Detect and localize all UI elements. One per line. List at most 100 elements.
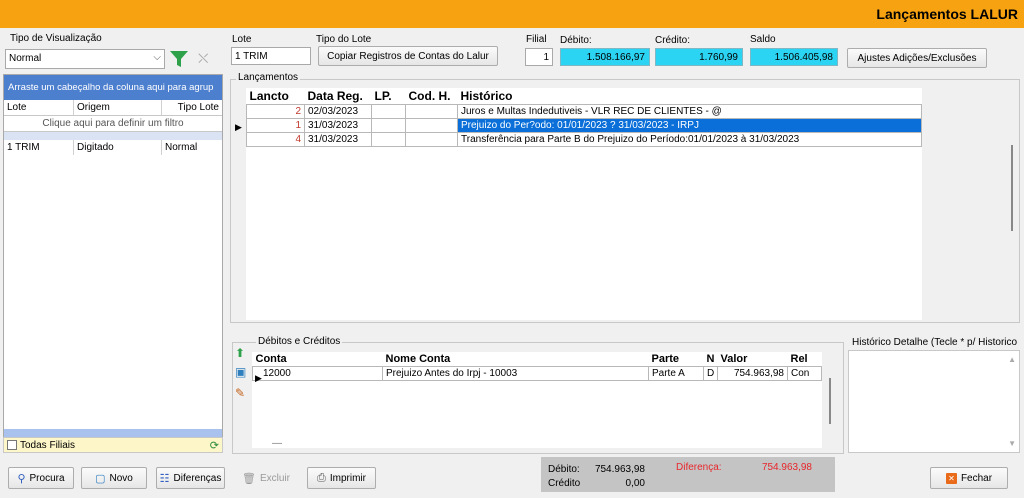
lote-field[interactable]: 1 TRIM	[231, 47, 311, 65]
col-lote[interactable]: Lote	[4, 100, 74, 115]
col-origem[interactable]: Origem	[74, 100, 162, 115]
filial-label: Filial	[526, 34, 547, 45]
scrollbar[interactable]	[1011, 145, 1013, 231]
novo-button[interactable]: ▢ Novo	[81, 467, 147, 489]
chevron-down-icon: ⌵	[153, 52, 161, 63]
debcred-legend: Débitos e Créditos	[256, 336, 343, 347]
table-row[interactable]: 4 31/03/2023 Transferência para Parte B …	[246, 132, 922, 147]
debcred-header: Conta Nome Conta Parte N Valor Rel	[253, 352, 822, 367]
scrollbar[interactable]	[829, 378, 831, 424]
row-lote: 1 TRIM	[4, 140, 74, 155]
col-data-reg[interactable]: Data Reg.	[305, 88, 372, 105]
excluir-button[interactable]: 🗑 Excluir	[233, 467, 299, 489]
table-row-selected[interactable]: 1 31/03/2023 Prejuizo do Per?odo: 01/01/…	[246, 118, 922, 133]
novo-label: Novo	[109, 472, 133, 484]
row-tipo: Normal	[165, 142, 198, 153]
ajustes-button[interactable]: Ajustes Adições/Exclusões	[847, 48, 987, 68]
scroll-up-icon[interactable]: ▲	[1008, 355, 1016, 364]
copy-records-button[interactable]: Copiar Registros de Contas do Lalur	[318, 46, 498, 66]
row-pointer-icon: ▶	[235, 122, 242, 132]
row-lp	[371, 118, 406, 133]
totals-credito-label: Crédito	[548, 478, 581, 489]
close-icon: ✕	[945, 472, 957, 484]
delete-row-icon[interactable]: ✎	[235, 386, 245, 400]
col-tipo-lote[interactable]: Tipo Lote	[162, 100, 222, 115]
row-data: 31/03/2023	[304, 132, 372, 147]
group-by-hint: Arraste um cabeçalho da coluna aqui para…	[4, 75, 222, 100]
clear-filter-icon[interactable]: ⛌	[198, 50, 208, 67]
row-cod	[405, 132, 458, 147]
excluir-label: Excluir	[259, 472, 290, 484]
lancamentos-legend: Lançamentos	[236, 72, 301, 83]
col-nome-conta[interactable]: Nome Conta	[383, 352, 649, 367]
col-lancto[interactable]: Lancto	[247, 88, 305, 105]
col-valor[interactable]: Valor	[718, 352, 788, 367]
totals-diferenca-value: 754.963,98	[761, 462, 812, 473]
totals-diferenca-label: Diferença:	[676, 462, 722, 473]
historico-detalhe-textarea[interactable]: ▲ ▼	[848, 350, 1020, 453]
grid-separator	[4, 132, 222, 140]
credito-label: Crédito:	[655, 35, 691, 46]
col-lp[interactable]: LP.	[372, 88, 406, 105]
col-historico[interactable]: Histórico	[458, 88, 922, 105]
fechar-button[interactable]: ✕ Fechar	[930, 467, 1008, 489]
trash-icon: 🗑	[242, 472, 256, 485]
edit-row-icon[interactable]: ▣	[235, 365, 246, 379]
row-historico: Prejuizo do Per?odo: 01/01/2023 ? 31/03/…	[457, 118, 922, 133]
imprimir-button[interactable]: ⎙ Imprimir	[307, 467, 376, 489]
row-valor: 754.963,98	[717, 366, 788, 381]
col-rel[interactable]: Rel	[788, 352, 822, 367]
col-cod-h[interactable]: Cod. H.	[406, 88, 458, 105]
row-n: D	[703, 366, 718, 381]
filter-icon[interactable]	[169, 49, 189, 69]
totals-credito-value: 0,00	[625, 478, 645, 489]
view-type-value: Normal	[9, 53, 42, 64]
credito-field: 1.760,99	[655, 48, 743, 66]
view-type-select[interactable]: Normal ⌵	[5, 49, 165, 69]
saldo-label: Saldo	[750, 34, 776, 45]
row-conta: 12000	[252, 366, 383, 381]
printer-icon: ⎙	[317, 471, 326, 484]
scroll-down-icon[interactable]: ▼	[1008, 439, 1016, 448]
row-rel: Con	[787, 366, 822, 381]
filter-row[interactable]: Clique aqui para definir um filtro	[4, 116, 222, 132]
row-historico: Transferência para Parte B do Prejuizo d…	[457, 132, 922, 147]
title-bar: Lançamentos LALUR	[0, 0, 1024, 28]
row-origem: Digitado	[74, 140, 162, 155]
table-row[interactable]: 1 TRIM Digitado Normal	[4, 140, 222, 155]
saldo-field: 1.506.405,98	[750, 48, 838, 66]
row-nome: Prejuizo Antes do Irpj - 10003	[382, 366, 649, 381]
col-n[interactable]: N	[704, 352, 718, 367]
row-data: 02/03/2023	[304, 104, 372, 119]
row-lancto: 1	[246, 118, 305, 133]
refresh-icon[interactable]: ⟳	[210, 439, 219, 452]
fechar-label: Fechar	[960, 472, 993, 484]
col-parte[interactable]: Parte	[649, 352, 704, 367]
all-branches-label: Todas Filiais	[20, 439, 76, 451]
lote-label: Lote	[232, 34, 252, 45]
row-lp	[371, 104, 406, 119]
table-row[interactable]: 12000 Prejuizo Antes do Irpj - 10003 Par…	[252, 366, 822, 381]
lancamentos-header: Lancto Data Reg. LP. Cod. H. Histórico	[247, 88, 922, 105]
diferencas-button[interactable]: ☷ Diferenças	[156, 467, 225, 489]
imprimir-label: Imprimir	[329, 472, 366, 484]
col-conta[interactable]: Conta	[253, 352, 383, 367]
row-cod	[405, 104, 458, 119]
lots-grid: Arraste um cabeçalho da coluna aqui para…	[3, 74, 223, 452]
row-historico: Juros e Multas Indedutiveis - VLR REC DE…	[457, 104, 922, 119]
binoculars-icon: ⚲	[17, 472, 26, 485]
procura-label: Procura	[29, 472, 65, 484]
procura-button[interactable]: ⚲ Procura	[8, 467, 74, 489]
row-cod	[405, 118, 458, 133]
historico-detalhe-legend: Histórico Detalhe (Tecle * p/ Historico	[852, 337, 1018, 348]
table-row[interactable]: 2 02/03/2023 Juros e Multas Indedutiveis…	[246, 104, 922, 119]
row-pointer-icon: ▶	[255, 373, 262, 383]
lancamentos-table: Lancto Data Reg. LP. Cod. H. Histórico 2…	[246, 88, 922, 147]
row-lp	[371, 132, 406, 147]
filial-field[interactable]: 1	[525, 48, 553, 66]
add-row-icon[interactable]: ⬆	[235, 346, 245, 360]
all-branches-checkbox[interactable]	[7, 440, 17, 450]
diferencas-label: Diferenças	[173, 472, 222, 484]
row-data: 31/03/2023	[304, 118, 372, 133]
view-type-label: Tipo de Visualização	[10, 33, 102, 44]
